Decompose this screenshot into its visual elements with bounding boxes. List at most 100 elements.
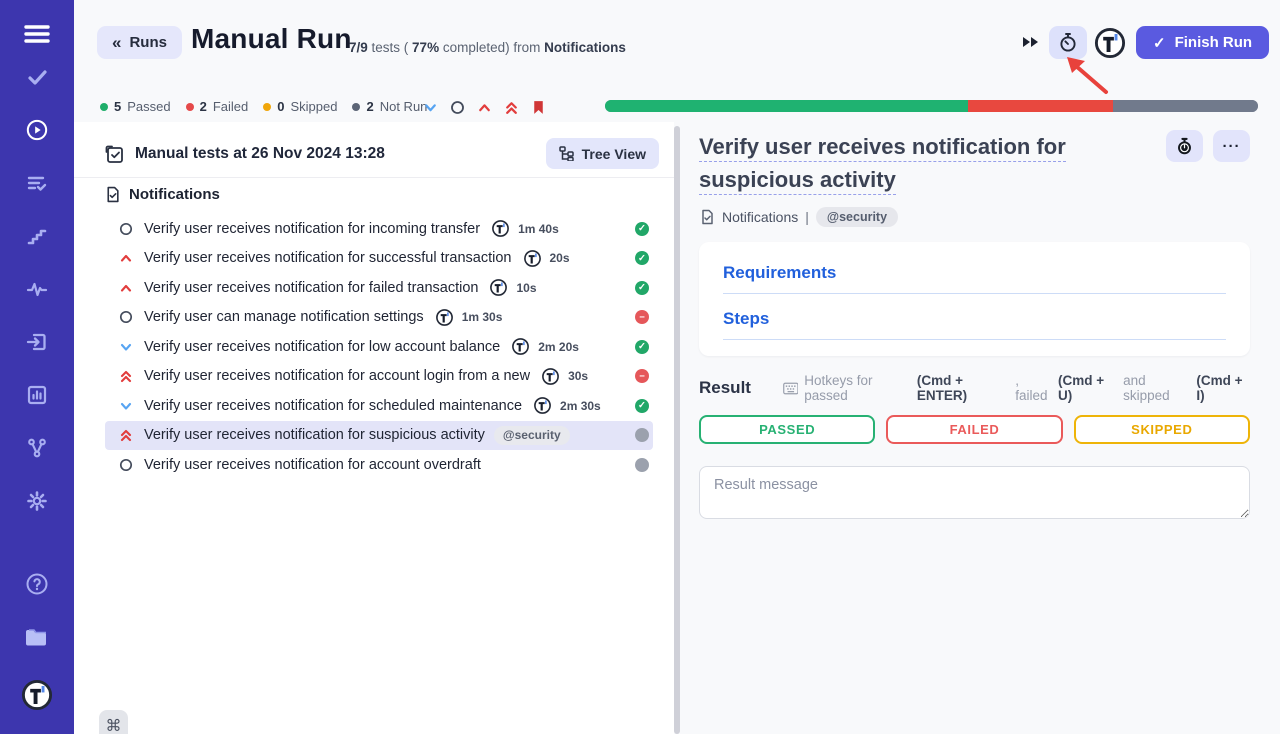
header-logo[interactable] bbox=[1093, 26, 1127, 60]
runs-play-icon[interactable] bbox=[26, 119, 48, 141]
filter-critical-priority-icon[interactable] bbox=[503, 99, 520, 116]
test-list-panel: Manual tests at 26 Nov 2024 13:28 Tree V… bbox=[74, 122, 674, 734]
app-window: « Runs Manual Run 7/9 tests ( 77% comple… bbox=[0, 0, 1280, 734]
settings-gear-icon[interactable] bbox=[26, 490, 48, 512]
run-progress-bar bbox=[605, 100, 1258, 112]
testomat-logo-icon bbox=[511, 337, 530, 356]
file-icon bbox=[699, 209, 715, 225]
skipped-dot-icon bbox=[263, 103, 271, 111]
priority-filters bbox=[422, 99, 547, 116]
failed-button[interactable]: FAILED bbox=[886, 415, 1062, 444]
progress-passed-segment bbox=[605, 100, 968, 112]
detail-timer-button[interactable] bbox=[1166, 130, 1203, 162]
branches-icon[interactable] bbox=[26, 437, 48, 459]
run-stats: 7/9 tests ( 77% completed) from Notifica… bbox=[349, 40, 626, 55]
suite-row[interactable]: Notifications bbox=[104, 186, 220, 203]
status-passed-badge: ✓ bbox=[635, 222, 649, 236]
ellipsis-icon: ··· bbox=[1223, 138, 1241, 155]
test-row[interactable]: Verify user receives notification for su… bbox=[105, 421, 653, 451]
summary-skipped[interactable]: 0Skipped bbox=[263, 99, 337, 114]
test-title: Verify user receives notification for ac… bbox=[144, 368, 530, 384]
run-checklist-icon bbox=[104, 144, 125, 165]
test-tag[interactable]: @security bbox=[494, 426, 570, 445]
suite-file-icon bbox=[104, 186, 121, 203]
test-row[interactable]: Verify user receives notification for su… bbox=[105, 244, 653, 274]
stopwatch-filled-icon bbox=[1176, 137, 1193, 156]
test-row[interactable]: Verify user can manage notification sett… bbox=[105, 303, 653, 333]
testomat-logo-icon bbox=[533, 396, 552, 415]
detail-meta: Notifications | @security bbox=[699, 207, 1250, 227]
result-message-input[interactable] bbox=[699, 466, 1250, 519]
steps-stairs-icon[interactable] bbox=[26, 225, 48, 247]
status-notrun-badge bbox=[635, 428, 649, 442]
fast-forward-icon[interactable] bbox=[1021, 32, 1043, 52]
panel-splitter[interactable] bbox=[673, 122, 681, 734]
splitter-handle[interactable] bbox=[674, 126, 680, 734]
testomat-logo-icon bbox=[489, 278, 508, 297]
summary-failed[interactable]: 2Failed bbox=[186, 99, 249, 114]
normal-priority-icon bbox=[118, 221, 134, 237]
test-duration: 1m 40s bbox=[518, 222, 559, 236]
failed-dot-icon bbox=[186, 103, 194, 111]
tests-check-icon[interactable] bbox=[26, 66, 48, 88]
check-icon: ✓ bbox=[1153, 34, 1166, 52]
skipped-button[interactable]: SKIPPED bbox=[1074, 415, 1250, 444]
tree-view-icon bbox=[559, 146, 574, 161]
steps-section-header[interactable]: Steps bbox=[723, 309, 1226, 340]
timer-stopwatch-button[interactable] bbox=[1049, 26, 1087, 59]
suite-name: Notifications bbox=[129, 186, 220, 203]
summary-notrun[interactable]: 2Not Run bbox=[352, 99, 427, 114]
tree-view-toggle[interactable]: Tree View bbox=[546, 138, 659, 169]
filter-high-priority-icon[interactable] bbox=[476, 99, 493, 116]
passed-dot-icon bbox=[100, 103, 108, 111]
run-title: Manual tests at 26 Nov 2024 13:28 bbox=[135, 145, 385, 163]
more-options-button[interactable]: ··· bbox=[1213, 130, 1250, 162]
finish-run-button[interactable]: ✓ Finish Run bbox=[1136, 26, 1269, 59]
test-row[interactable]: Verify user receives notification for in… bbox=[105, 214, 653, 244]
test-row[interactable]: Verify user receives notification for ac… bbox=[105, 450, 653, 480]
stopwatch-icon bbox=[1058, 32, 1078, 53]
test-title: Verify user receives notification for su… bbox=[144, 427, 485, 443]
hotkeys-command-button[interactable]: ⌘ bbox=[99, 710, 128, 734]
pulse-activity-icon[interactable] bbox=[26, 278, 48, 300]
detail-suite-link[interactable]: Notifications bbox=[722, 209, 798, 225]
import-login-icon[interactable] bbox=[26, 331, 48, 353]
command-icon: ⌘ bbox=[106, 716, 122, 734]
folder-icon[interactable] bbox=[24, 626, 50, 648]
double-chevron-left-icon: « bbox=[112, 34, 121, 51]
status-notrun-badge bbox=[635, 458, 649, 472]
reports-chart-icon[interactable] bbox=[26, 384, 48, 406]
test-row[interactable]: Verify user receives notification for fa… bbox=[105, 273, 653, 303]
critical-priority-icon bbox=[118, 427, 134, 443]
app-logo[interactable] bbox=[20, 678, 54, 712]
test-row[interactable]: Verify user receives notification for lo… bbox=[105, 332, 653, 362]
test-row[interactable]: Verify user receives notification for ac… bbox=[105, 362, 653, 392]
detail-test-title[interactable]: Verify user receives notification for su… bbox=[699, 130, 1156, 196]
test-duration: 2m 20s bbox=[538, 340, 579, 354]
filter-bookmark-icon[interactable] bbox=[530, 99, 547, 116]
testomat-logo-icon bbox=[523, 249, 542, 268]
help-icon[interactable] bbox=[25, 572, 49, 596]
back-to-runs-button[interactable]: « Runs bbox=[97, 26, 182, 59]
security-tag[interactable]: @security bbox=[816, 207, 898, 227]
testomat-logo-icon bbox=[541, 367, 560, 386]
testomat-logo-icon bbox=[491, 219, 510, 238]
detail-card: Requirements Steps bbox=[699, 242, 1250, 356]
test-duration: 20s bbox=[550, 251, 570, 265]
test-plans-icon[interactable] bbox=[26, 172, 48, 194]
low-priority-icon bbox=[118, 339, 134, 355]
test-list: Verify user receives notification for in… bbox=[74, 214, 674, 480]
passed-button[interactable]: PASSED bbox=[699, 415, 875, 444]
hamburger-menu-icon[interactable] bbox=[24, 24, 50, 44]
high-priority-icon bbox=[118, 250, 134, 266]
filter-low-priority-icon[interactable] bbox=[422, 99, 439, 116]
testomat-logo-icon bbox=[435, 308, 454, 327]
test-title: Verify user can manage notification sett… bbox=[144, 309, 424, 325]
test-row[interactable]: Verify user receives notification for sc… bbox=[105, 391, 653, 421]
summary-passed[interactable]: 5Passed bbox=[100, 99, 171, 114]
tests-ratio: 7/9 bbox=[349, 40, 368, 55]
status-failed-badge: − bbox=[635, 310, 649, 324]
requirements-section-header[interactable]: Requirements bbox=[723, 263, 1226, 294]
status-passed-badge: ✓ bbox=[635, 340, 649, 354]
filter-normal-priority-icon[interactable] bbox=[449, 99, 466, 116]
